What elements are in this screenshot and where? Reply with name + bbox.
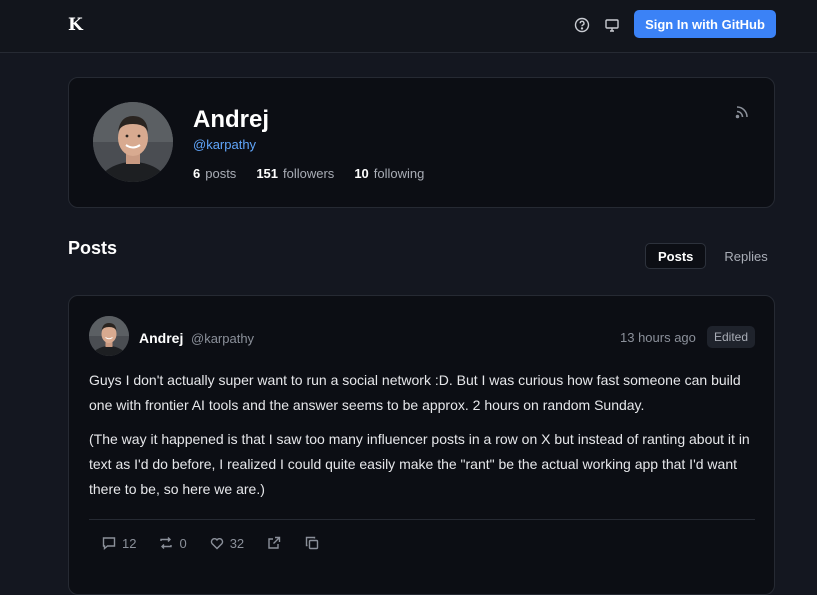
post-timestamp[interactable]: 13 hours ago [620, 330, 696, 345]
following-stat[interactable]: 10 following [354, 166, 424, 181]
site-logo[interactable]: K [68, 16, 86, 34]
posts-stat-label: posts [205, 166, 237, 181]
sign-in-github-button[interactable]: Sign In with GitHub [634, 10, 776, 38]
reply-count: 12 [122, 535, 137, 551]
post-card: Andrej @karpathy 13 hours ago Edited Guy… [68, 295, 775, 595]
copy-button[interactable] [304, 535, 320, 551]
comment-icon [101, 535, 117, 551]
following-stat-label: following [373, 166, 425, 181]
heart-icon [209, 535, 225, 551]
tab-posts[interactable]: Posts [645, 243, 707, 269]
help-circle-icon[interactable] [573, 16, 591, 34]
profile-stats: 6 posts 151 followers 10 following [193, 166, 424, 181]
rss-icon[interactable] [734, 104, 750, 125]
profile-name: Andrej [193, 106, 270, 133]
like-count: 32 [229, 535, 245, 551]
posts-count: 6 [193, 166, 201, 181]
top-navbar: K Sign In with GitHub [0, 0, 817, 53]
repost-count: 0 [179, 535, 187, 551]
repost-button[interactable]: 0 [158, 535, 187, 551]
post-actions: 12 0 32 [101, 535, 342, 551]
profile-handle: @karpathy [193, 137, 257, 152]
posts-stat[interactable]: 6 posts [193, 166, 236, 181]
profile-card: Andrej @karpathy 6 posts 151 followers 10 f… [68, 77, 775, 208]
post-author-handle[interactable]: @karpathy [191, 331, 254, 346]
post-divider [89, 519, 755, 520]
following-count: 10 [354, 166, 369, 181]
profile-avatar[interactable] [93, 102, 173, 182]
external-link-icon [266, 535, 282, 551]
post-body: Guys I don't actually super want to run … [89, 368, 759, 511]
post-paragraph: Guys I don't actually super want to run … [89, 372, 741, 413]
copy-icon [304, 535, 320, 551]
post-tabs: Posts Replies [645, 243, 780, 269]
post-paragraph: (The way it happened is that I saw too m… [89, 431, 750, 497]
share-button[interactable] [266, 535, 282, 551]
followers-count: 151 [256, 166, 279, 181]
posts-section-title: Posts [68, 238, 118, 258]
like-button[interactable]: 32 [209, 535, 244, 551]
followers-stat-label: followers [283, 166, 335, 181]
edited-badge: Edited [707, 326, 756, 348]
monitor-icon[interactable] [603, 16, 621, 34]
followers-stat[interactable]: 151 followers [256, 166, 334, 181]
repost-icon [158, 535, 174, 551]
reply-button[interactable]: 12 [101, 535, 136, 551]
post-author-name[interactable]: Andrej [139, 330, 183, 346]
post-author-avatar[interactable] [89, 316, 129, 356]
tab-replies[interactable]: Replies [712, 243, 779, 269]
